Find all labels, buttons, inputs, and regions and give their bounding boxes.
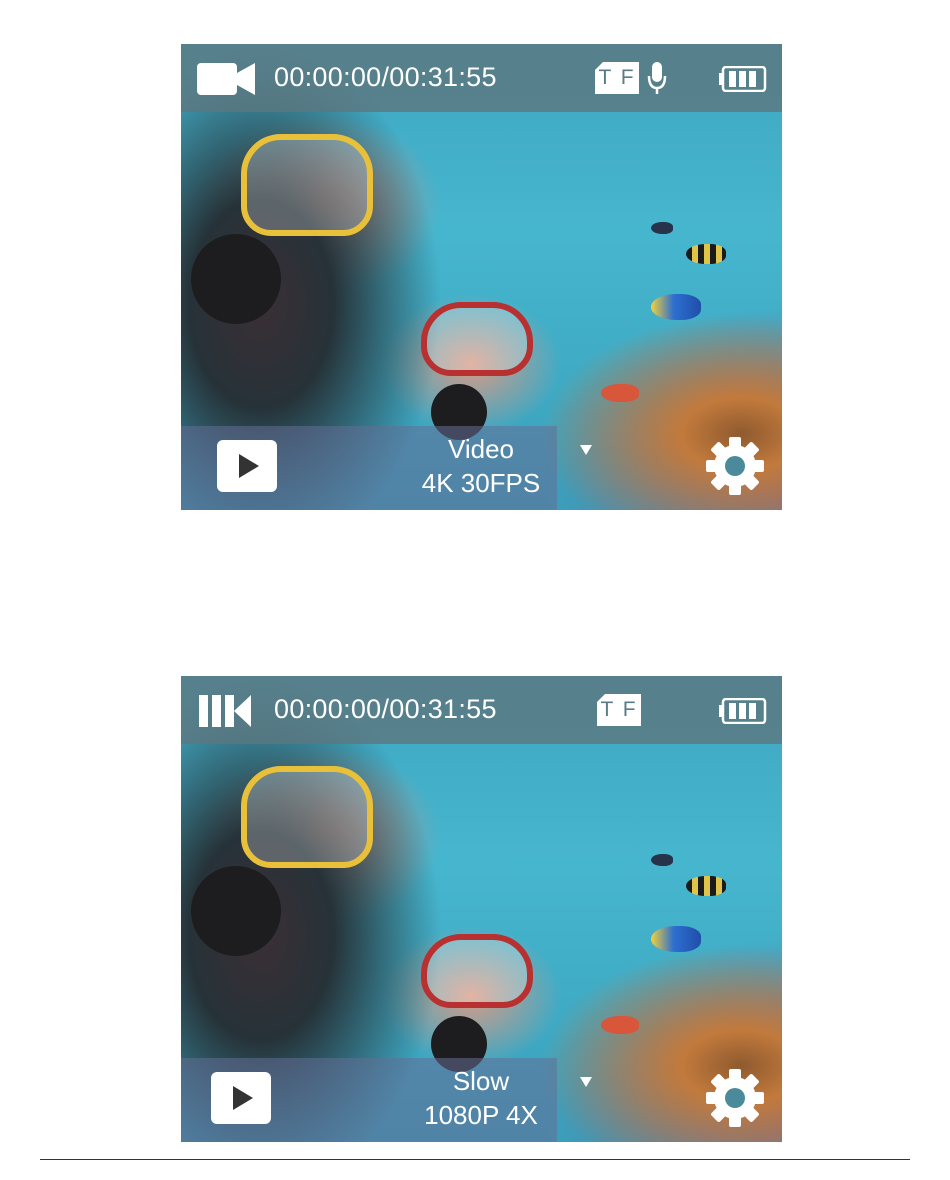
slow-motion-icon[interactable] — [197, 693, 253, 729]
dropdown-arrow-icon[interactable] — [579, 1076, 593, 1088]
play-icon — [233, 1086, 253, 1110]
fish-background — [686, 876, 726, 896]
mode-resolution: 1080P 4X — [424, 1100, 538, 1130]
fish-background — [651, 854, 673, 866]
diver-mask-background — [421, 302, 533, 376]
mode-resolution: 4K 30FPS — [421, 468, 541, 498]
battery-icon — [719, 698, 767, 724]
fish-background — [651, 926, 701, 952]
sd-card-icon: T F — [597, 694, 641, 726]
recording-time: 00:00:00/00:31:55 — [274, 694, 497, 724]
gear-icon[interactable] — [705, 436, 765, 496]
fish-background — [601, 384, 639, 402]
microphone-icon — [647, 62, 667, 94]
control-bar: Slow 1080P 4X — [181, 1058, 782, 1142]
dropdown-arrow-icon[interactable] — [579, 444, 593, 456]
fish-background — [651, 222, 673, 234]
sd-card-label: T F — [600, 698, 638, 721]
playback-button[interactable] — [217, 440, 277, 492]
control-bar: Video 4K 30FPS — [181, 426, 782, 510]
sd-card-icon: T F — [595, 62, 639, 94]
sd-card-label: T F — [598, 66, 636, 89]
status-bar: 00:00:00/00:31:55 T F — [181, 676, 782, 744]
mode-selector[interactable]: Video 4K 30FPS — [391, 430, 601, 500]
play-icon — [239, 454, 259, 478]
fish-background — [601, 1016, 639, 1034]
status-bar: 00:00:00/00:31:55 T F — [181, 44, 782, 112]
battery-icon — [719, 66, 767, 92]
camera-screen-slow: 00:00:00/00:31:55 T F Slow 1080P 4X — [181, 676, 782, 1142]
playback-button[interactable] — [211, 1072, 271, 1124]
mode-selector[interactable]: Slow 1080P 4X — [391, 1062, 601, 1132]
footer-divider — [40, 1159, 910, 1160]
diver-regulator-background — [191, 866, 281, 956]
camera-screen-video: 00:00:00/00:31:55 T F Video 4K 30FPS — [181, 44, 782, 510]
diver-mask-background — [241, 134, 373, 236]
gear-icon[interactable] — [705, 1068, 765, 1128]
diver-mask-background — [241, 766, 373, 868]
mode-name: Video — [447, 434, 515, 464]
video-camera-icon[interactable] — [197, 61, 257, 97]
diver-mask-background — [421, 934, 533, 1008]
diver-regulator-background — [191, 234, 281, 324]
mode-name: Slow — [452, 1066, 510, 1096]
fish-background — [651, 294, 701, 320]
fish-background — [686, 244, 726, 264]
recording-time: 00:00:00/00:31:55 — [274, 62, 497, 92]
